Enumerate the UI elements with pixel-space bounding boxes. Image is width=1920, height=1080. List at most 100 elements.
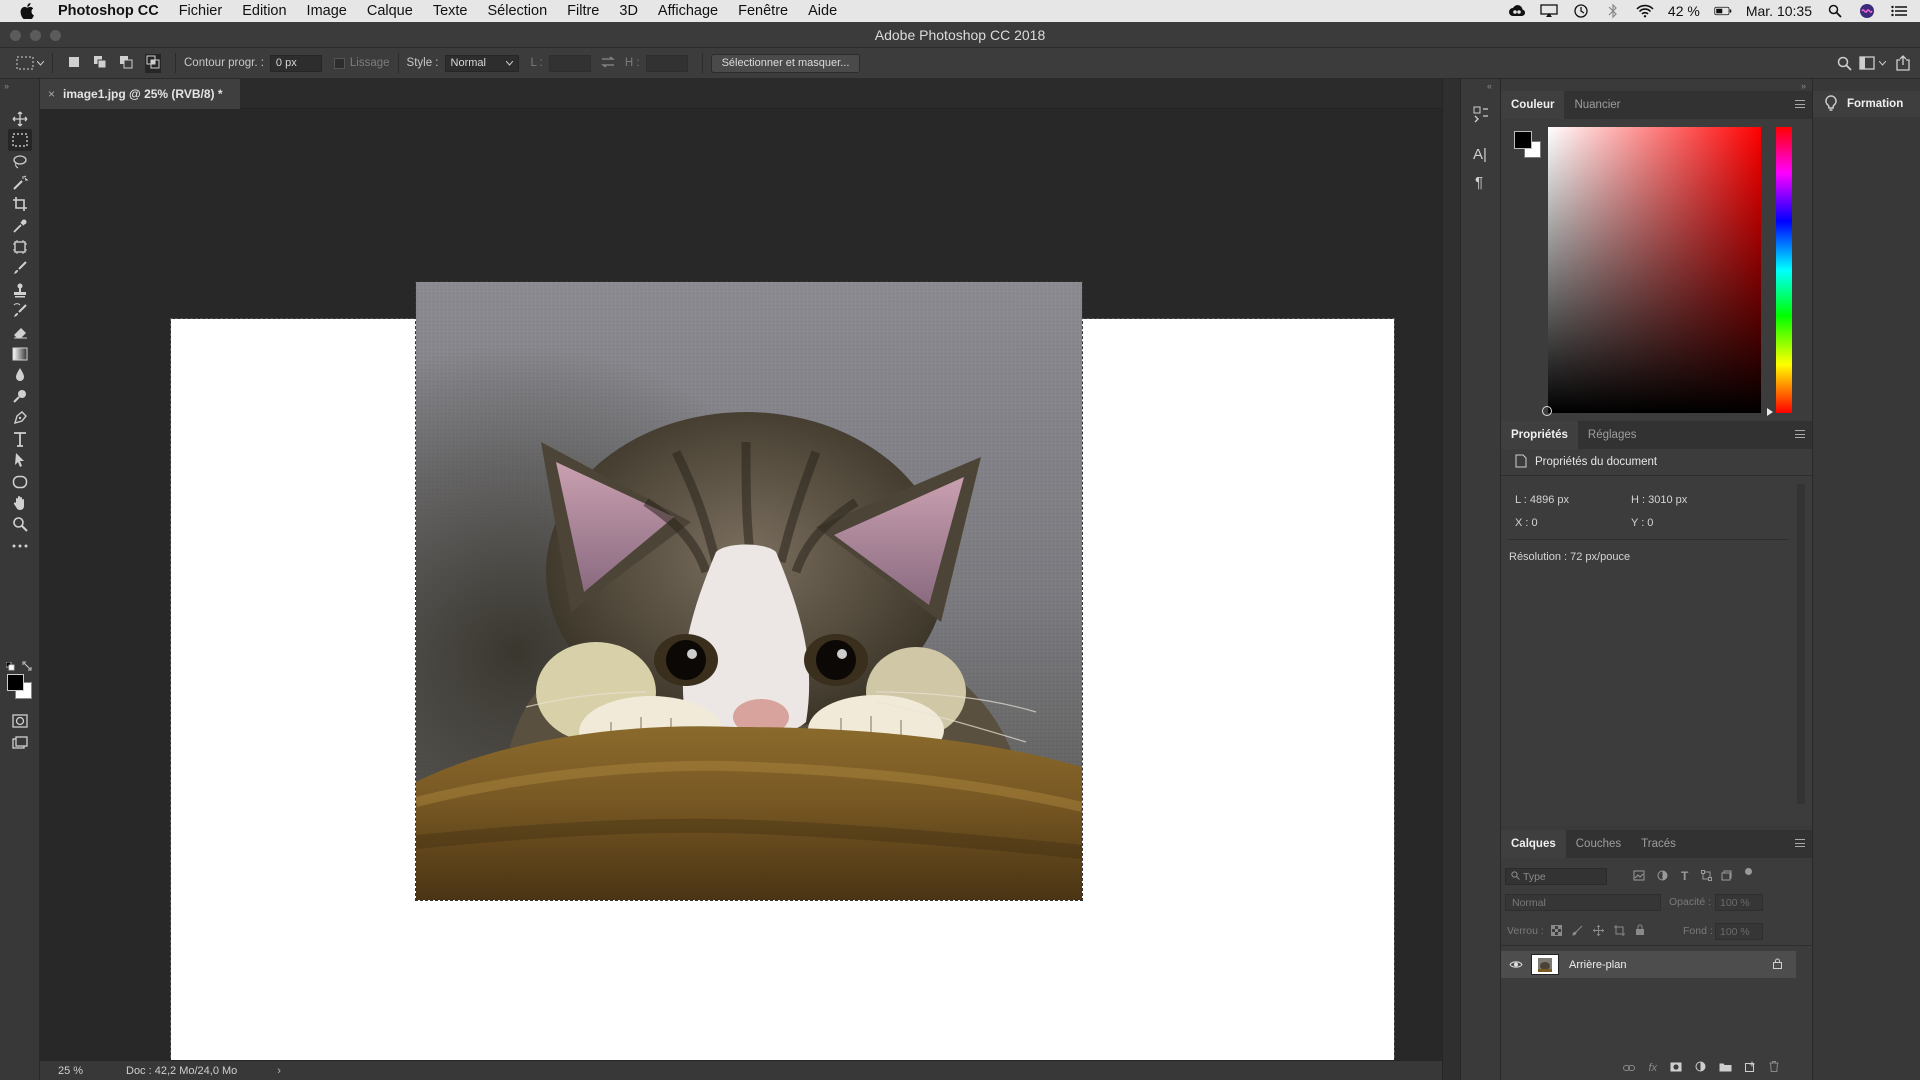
menu-edition[interactable]: Edition [232, 3, 296, 19]
eyedropper-tool-icon[interactable] [8, 215, 32, 237]
layers-panel-menu-icon[interactable] [1795, 839, 1805, 847]
vertical-scrollbar[interactable] [1442, 79, 1460, 1080]
color-fg-swatch[interactable] [1514, 131, 1532, 149]
menu-filtre[interactable]: Filtre [557, 3, 609, 19]
intersect-selection-icon[interactable] [145, 53, 161, 73]
doc-size-info[interactable]: Doc : 42,2 Mo/24,0 Mo [126, 1065, 237, 1077]
brush-tool-icon[interactable] [8, 257, 32, 279]
menu-image[interactable]: Image [297, 3, 357, 19]
color-panel-menu-icon[interactable] [1795, 100, 1805, 108]
crop-tool-icon[interactable] [8, 193, 32, 215]
filter-toggle-icon[interactable] [1745, 868, 1752, 875]
doc-x[interactable]: X : 0 [1515, 517, 1538, 529]
gradient-tool-icon[interactable] [8, 343, 32, 365]
bluetooth-icon[interactable] [1604, 2, 1622, 20]
screen-mode-icon[interactable] [8, 732, 32, 754]
hue-slider[interactable] [1776, 127, 1792, 413]
menu-aide[interactable]: Aide [798, 3, 847, 19]
notification-center-icon[interactable] [1890, 2, 1908, 20]
style-select[interactable]: Normal [444, 54, 519, 72]
foreground-color-swatch[interactable] [7, 674, 24, 691]
ellipse-tool-icon[interactable] [8, 471, 32, 493]
document-tab[interactable]: × image1.jpg @ 25% (RVB/8) * [40, 79, 240, 109]
history-brush-tool-icon[interactable] [8, 300, 32, 322]
tab-traces[interactable]: Tracés [1631, 830, 1686, 858]
app-menu[interactable]: Photoshop CC [54, 3, 169, 19]
layer-lock-icon[interactable] [1773, 958, 1782, 972]
antialias-checkbox[interactable] [333, 57, 345, 69]
subtract-from-selection-icon[interactable] [119, 55, 133, 72]
width-input[interactable] [548, 54, 591, 72]
tab-calques[interactable]: Calques [1501, 830, 1566, 858]
share-icon[interactable] [1896, 55, 1910, 74]
workspace-switcher-icon[interactable] [1859, 56, 1886, 70]
creative-cloud-icon[interactable] [1508, 2, 1526, 20]
tab-nuancier[interactable]: Nuancier [1564, 91, 1630, 119]
layer-filter-select[interactable]: Type [1505, 868, 1607, 885]
doc-height[interactable]: H : 3010 px [1631, 494, 1687, 506]
search-icon[interactable] [1837, 56, 1852, 74]
move-tool-icon[interactable] [8, 108, 32, 130]
magic-wand-tool-icon[interactable] [8, 172, 32, 194]
history-panel-icon[interactable] [1473, 106, 1489, 127]
add-to-selection-icon[interactable] [93, 55, 107, 72]
layer-thumbnail[interactable] [1531, 954, 1559, 975]
new-adjustment-layer-icon[interactable] [1695, 1061, 1706, 1075]
new-layer-icon[interactable] [1745, 1061, 1756, 1075]
tab-reglages[interactable]: Réglages [1578, 421, 1647, 449]
frame-tool-icon[interactable] [8, 236, 32, 258]
add-mask-icon[interactable] [1670, 1061, 1682, 1075]
layer-visibility-eye-icon[interactable] [1509, 958, 1523, 972]
swap-dimensions-icon[interactable] [600, 56, 615, 71]
height-input[interactable] [645, 54, 688, 72]
fill-input[interactable]: 100 % [1715, 923, 1763, 940]
wifi-icon[interactable] [1636, 2, 1654, 20]
blur-tool-icon[interactable] [8, 364, 32, 386]
menu-affichage[interactable]: Affichage [648, 3, 728, 19]
clone-stamp-tool-icon[interactable] [8, 279, 32, 301]
siri-icon[interactable] [1858, 2, 1876, 20]
minimize-window-button[interactable] [30, 30, 41, 41]
paragraph-panel-icon[interactable]: ¶ [1475, 174, 1483, 191]
blend-mode-select[interactable]: Normal [1505, 894, 1661, 911]
tab-couleur[interactable]: Couleur [1501, 91, 1565, 119]
rectangular-marquee-tool-icon[interactable] [8, 129, 32, 151]
tab-proprietes[interactable]: Propriétés [1501, 421, 1578, 449]
swap-colors-icon[interactable] [22, 660, 32, 674]
airplay-icon[interactable] [1540, 2, 1558, 20]
menubar-clock[interactable]: Mar. 10:35 [1746, 3, 1812, 19]
menu-3d[interactable]: 3D [609, 3, 648, 19]
new-selection-icon[interactable] [67, 55, 81, 72]
new-group-folder-icon[interactable] [1719, 1061, 1732, 1075]
close-window-button[interactable] [10, 30, 21, 41]
lock-position-icon[interactable] [1593, 925, 1604, 939]
quick-mask-icon[interactable] [8, 710, 32, 732]
filter-type-icon[interactable]: T [1681, 869, 1688, 883]
properties-panel-menu-icon[interactable] [1795, 430, 1805, 438]
marquee-preset-icon[interactable] [16, 56, 44, 70]
tab-couches[interactable]: Couches [1566, 830, 1631, 858]
menu-calque[interactable]: Calque [357, 3, 423, 19]
select-and-mask-button[interactable]: Sélectionner et masquer... [710, 53, 861, 73]
more-tools-icon[interactable] [8, 535, 32, 557]
character-panel-icon[interactable]: A| [1473, 146, 1487, 163]
menu-fichier[interactable]: Fichier [169, 3, 233, 19]
battery-icon[interactable] [1714, 2, 1732, 20]
lasso-tool-icon[interactable] [8, 151, 32, 173]
zoom-tool-icon[interactable] [8, 513, 32, 535]
close-tab-icon[interactable]: × [48, 87, 55, 101]
delete-layer-trash-icon[interactable] [1769, 1061, 1779, 1075]
collapse-dock-icon[interactable]: » [1801, 81, 1806, 91]
hue-slider-handle[interactable] [1767, 408, 1773, 416]
time-machine-icon[interactable] [1572, 2, 1590, 20]
opacity-input[interactable]: 100 % [1715, 894, 1763, 911]
lock-artboard-icon[interactable] [1614, 925, 1625, 939]
doc-width[interactable]: L : 4896 px [1515, 494, 1569, 506]
default-colors-icon[interactable] [5, 660, 15, 674]
layer-style-fx-icon[interactable]: fx [1648, 1062, 1657, 1074]
layer-row-arriere-plan[interactable]: Arrière-plan [1501, 951, 1796, 978]
path-selection-tool-icon[interactable] [8, 449, 32, 471]
filter-smart-object-icon[interactable] [1721, 870, 1732, 884]
menu-selection[interactable]: Sélection [477, 3, 557, 19]
pen-tool-icon[interactable] [8, 407, 32, 429]
